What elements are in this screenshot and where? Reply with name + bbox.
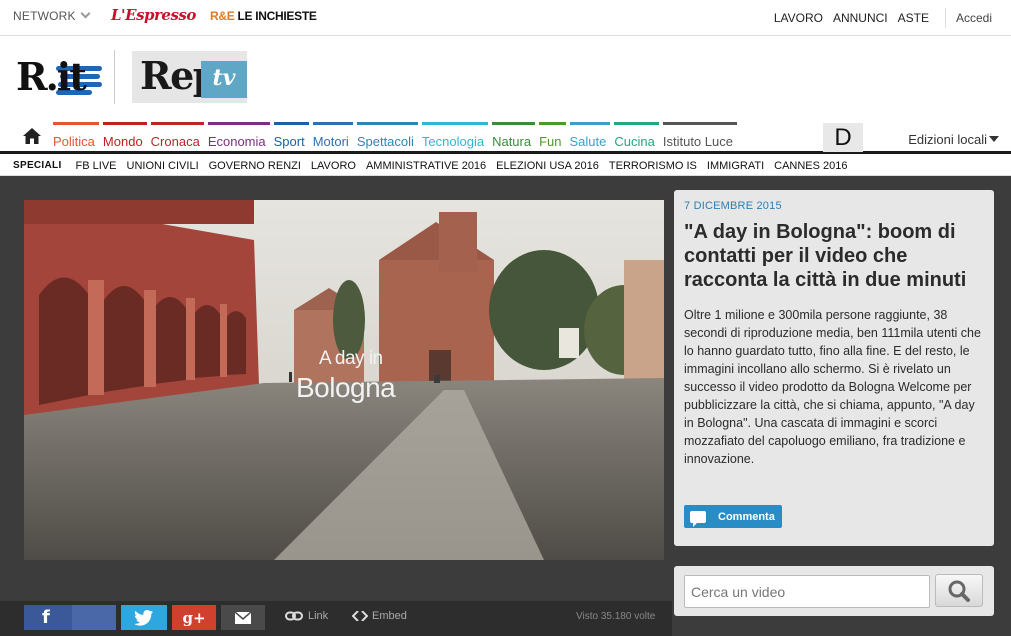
googleplus-share-button[interactable]: g+ [172,605,216,630]
top-link-aste[interactable]: ASTE [898,11,929,25]
edizioni-label: Edizioni locali [908,132,987,147]
main-nav: Politica Mondo Cronaca Economia Sport Motori S… [0,122,1011,154]
nav-item-istituto-luce[interactable]: Istituto Luce [662,122,737,151]
top-divider [944,8,946,28]
d-magazine-link[interactable]: D [823,123,863,152]
nav-item-fun[interactable]: Fun [539,122,566,151]
nav-item-politica[interactable]: Politica [53,122,99,151]
twitter-icon [134,609,154,626]
speciali-item[interactable]: FB LIVE [76,160,117,172]
network-label: NETWORK [13,9,76,23]
video-search [674,566,994,616]
facebook-icon: f [42,607,50,628]
network-menu[interactable]: NETWORK [13,8,91,23]
nav-item-sport[interactable]: Sport [273,122,309,151]
inchieste-mark: R&E [210,9,235,23]
nav-item-spettacoli[interactable]: Spettacoli [356,122,418,151]
commenta-label: Commenta [718,510,775,523]
chevron-down-icon [80,8,91,19]
top-link-annunci[interactable]: ANNUNCI [833,11,888,25]
link-label: Link [308,610,329,622]
video-section: A day in Bologna 7 DICEMBRE 2015 "A day … [0,176,1011,636]
speciali-item[interactable]: UNIONI CIVILI [127,160,199,172]
video-title-line1: A day in [319,348,383,369]
nav-items: Politica Mondo Cronaca Economia Sport Motori S… [53,122,741,152]
nav-item-salute[interactable]: Salute [569,122,611,151]
embed-button[interactable]: Embed [352,610,407,622]
inchieste-link[interactable]: R&E LE INCHIESTE [210,9,317,23]
googleplus-icon: g+ [182,608,206,627]
speciali-item[interactable]: IMMIGRATI [707,160,764,172]
link-icon [285,611,303,621]
view-count: Visto 35.180 volte [576,611,656,622]
search-icon [948,580,970,602]
speciali-item[interactable]: AMMINISTRATIVE 2016 [366,160,486,172]
article-date: 7 DICEMBRE 2015 [684,200,782,212]
logo-divider [114,50,115,104]
speciali-item[interactable]: GOVERNO RENZI [209,160,301,172]
speciali-bar: SPECIALI FB LIVE UNIONI CIVILI GOVERNO REN… [0,156,1011,176]
email-share-button[interactable] [221,605,265,630]
article-panel: 7 DICEMBRE 2015 "A day in Bologna": boom… [674,190,994,546]
video-search-input[interactable] [684,575,930,608]
speciali-item[interactable]: TERRORISMO IS [609,160,697,172]
facebook-share-button[interactable]: f [24,605,116,630]
link-button[interactable]: Link [285,610,328,622]
login-link[interactable]: Accedi [956,11,992,25]
video-player[interactable]: A day in Bologna [24,200,664,560]
top-links: LAVORO ANNUNCI ASTE Accedi [774,0,1011,36]
comment-bubble-icon [690,510,706,527]
logo-rit-text: R.it [16,54,87,99]
home-icon[interactable] [23,128,41,144]
logo-tv-text: tv [201,61,247,98]
nav-item-motori[interactable]: Motori [312,122,353,151]
embed-label: Embed [372,610,407,622]
video-title-line2: Bologna [296,372,396,403]
network-bar: NETWORK L'Espresso R&E LE INCHIESTE LAVO… [0,0,1011,36]
commenta-button[interactable]: Commenta [684,505,782,528]
speciali-label: SPECIALI [13,160,62,171]
espresso-logo-link[interactable]: L'Espresso [111,6,196,24]
nav-item-economia[interactable]: Economia [207,122,270,151]
nav-item-tecnologia[interactable]: Tecnologia [421,122,489,151]
reptv-logo[interactable]: Rep tv [132,51,247,103]
embed-icon [352,611,368,621]
share-bar: f g+ Link Embed Visto 35.180 volte [0,601,672,636]
article-headline[interactable]: "A day in Bologna": boom di contatti per… [684,220,984,292]
nav-item-cucina[interactable]: Cucina [614,122,659,151]
repubblica-logo[interactable]: R.it [16,52,102,102]
facebook-button-band [72,605,116,630]
nav-item-natura[interactable]: Natura [492,122,536,151]
search-button[interactable] [935,574,983,607]
article-body: Oltre 1 milione e 300mila persone raggiu… [684,308,981,466]
inchieste-label: LE INCHIESTE [237,9,317,23]
mail-icon [235,611,251,624]
twitter-share-button[interactable] [121,605,167,630]
caret-down-icon [989,136,999,142]
edizioni-locali-menu[interactable]: Edizioni locali [908,132,999,147]
nav-item-cronaca[interactable]: Cronaca [150,122,204,151]
nav-item-mondo[interactable]: Mondo [102,122,147,151]
top-link-lavoro[interactable]: LAVORO [774,11,823,25]
speciali-item[interactable]: CANNES 2016 [774,160,847,172]
speciali-item[interactable]: ELEZIONI USA 2016 [496,160,599,172]
speciali-item[interactable]: LAVORO [311,160,356,172]
